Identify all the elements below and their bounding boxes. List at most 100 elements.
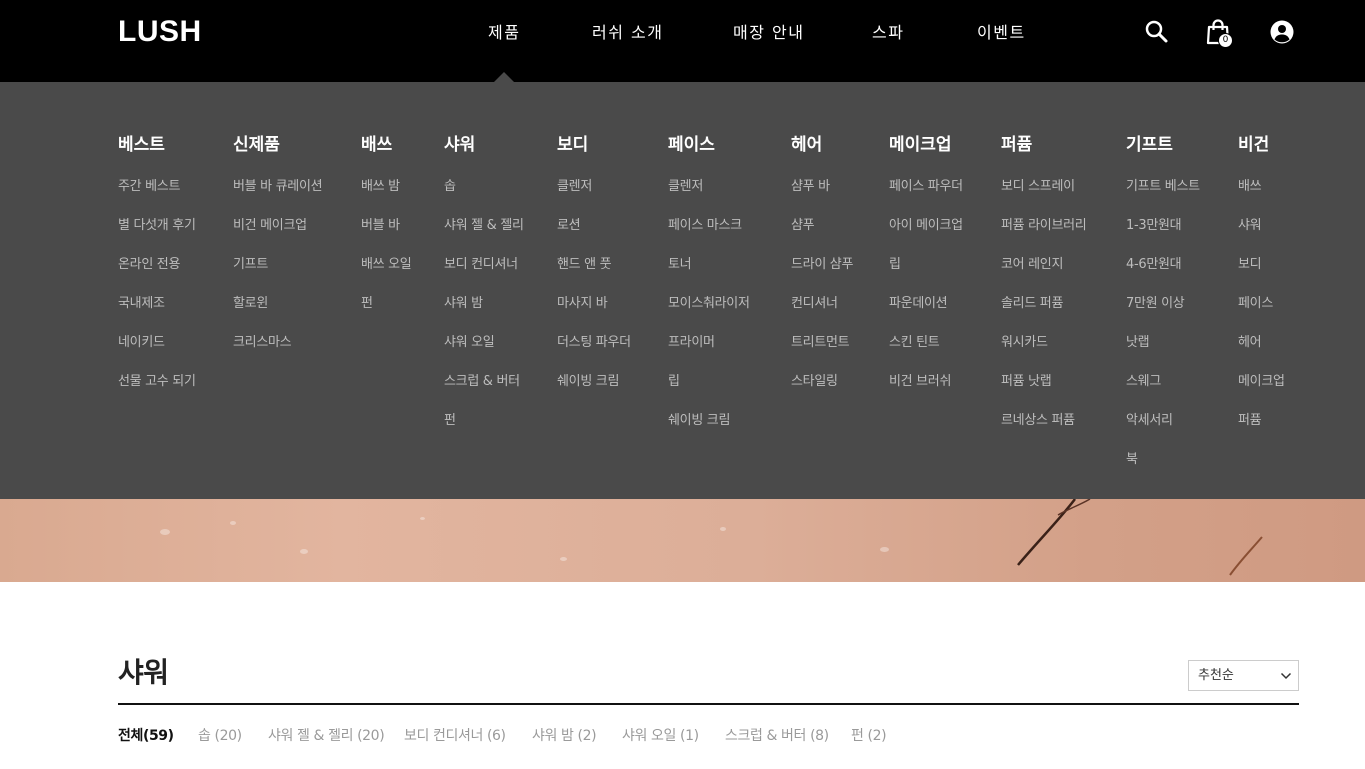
mega-column-title[interactable]: 신제품 [233,134,280,156]
mega-menu-item[interactable]: 할로윈 [233,295,268,313]
mega-column-title[interactable]: 페이스 [668,134,715,156]
mega-menu-item[interactable]: 배쓰 밤 [361,178,400,196]
mega-menu-item[interactable]: 선물 고수 되기 [118,373,196,391]
mega-menu-item[interactable]: 스크럽 & 버터 [444,373,520,391]
mega-menu-item[interactable]: 클렌저 [557,178,592,196]
mega-menu-item[interactable]: 퍼퓸 [1238,412,1262,430]
mega-menu-item[interactable]: 낫랩 [1126,334,1150,352]
mega-menu-item[interactable]: 네이키드 [118,334,165,352]
mega-menu-item[interactable]: 보디 [1238,256,1262,274]
mega-menu-item[interactable]: 보디 컨디셔너 [444,256,518,274]
mega-menu-item[interactable]: 로션 [557,217,581,235]
filter-tab-fun[interactable]: 펀 (2) [851,726,887,746]
mega-menu-item[interactable]: 프라이머 [668,334,715,352]
mega-menu-item[interactable]: 립 [889,256,901,274]
mega-menu-item[interactable]: 스타일링 [791,373,838,391]
mega-menu-item[interactable]: 클렌저 [668,178,703,196]
mega-menu-item[interactable]: 배쓰 [1238,178,1262,196]
mega-menu-item[interactable]: 페이스 파우더 [889,178,963,196]
search-icon[interactable] [1143,18,1171,46]
mega-menu-item[interactable]: 파운데이션 [889,295,948,313]
mega-menu-item[interactable]: 솔리드 퍼퓸 [1001,295,1063,313]
mega-menu-item[interactable]: 마사지 바 [557,295,608,313]
mega-menu-item[interactable]: 크리스마스 [233,334,292,352]
mega-menu-item[interactable]: 4-6만원대 [1126,256,1182,274]
mega-menu-item[interactable]: 버블 바 [361,217,400,235]
mega-menu-item[interactable]: 토너 [668,256,692,274]
mega-menu-item[interactable]: 비건 메이크업 [233,217,307,235]
mega-menu-item[interactable]: 트리트먼트 [791,334,850,352]
mega-menu-item[interactable]: 기프트 베스트 [1126,178,1200,196]
mega-column-title[interactable]: 배쓰 [361,134,392,156]
mega-menu-item[interactable]: 비건 브러쉬 [889,373,951,391]
mega-menu-item[interactable]: 샤워 오일 [444,334,495,352]
nav-item-products[interactable]: 제품 [488,22,520,44]
filter-tab-shower-bomb[interactable]: 샤워 밤 (2) [532,726,597,746]
filter-tab-body-conditioner[interactable]: 보디 컨디셔너 (6) [404,726,506,746]
mega-menu-item[interactable]: 배쓰 오일 [361,256,412,274]
filter-tab-soap[interactable]: 솝 (20) [198,726,242,746]
mega-column-title[interactable]: 헤어 [791,134,822,156]
filter-tab-shower-oil[interactable]: 샤워 오일 (1) [622,726,699,746]
mega-menu-item[interactable]: 헤어 [1238,334,1262,352]
mega-menu-item[interactable]: 주간 베스트 [118,178,180,196]
mega-column-title[interactable]: 보디 [557,134,588,156]
mega-column-title[interactable]: 메이크업 [889,134,952,156]
mega-menu-item[interactable]: 스웨그 [1126,373,1161,391]
mega-menu-item[interactable]: 버블 바 큐레이션 [233,178,323,196]
mega-menu-item[interactable]: 스킨 틴트 [889,334,940,352]
mega-menu-item[interactable]: 악세서리 [1126,412,1173,430]
mega-menu-item[interactable]: 별 다섯개 후기 [118,217,196,235]
mega-menu-item[interactable]: 7만원 이상 [1126,295,1185,313]
mega-menu-item[interactable]: 기프트 [233,256,268,274]
mega-menu-item[interactable]: 샤워 [1238,217,1262,235]
mega-column-title[interactable]: 비건 [1238,134,1269,156]
mega-menu-item[interactable]: 샴푸 바 [791,178,830,196]
filter-tab-shower-gel[interactable]: 샤워 젤 & 젤리 (20) [268,726,385,746]
filter-tab-scrub-butter[interactable]: 스크럽 & 버터 (8) [725,726,829,746]
mega-column-title[interactable]: 베스트 [118,134,165,156]
mega-menu-item[interactable]: 립 [668,373,680,391]
mega-menu-item[interactable]: 모이스춰라이저 [668,295,750,313]
mega-menu-item[interactable]: 쉐이빙 크림 [557,373,619,391]
mega-menu-item[interactable]: 코어 레인지 [1001,256,1063,274]
nav-item-stores[interactable]: 매장 안내 [733,22,804,44]
nav-item-spa[interactable]: 스파 [872,22,904,44]
mega-menu-item[interactable]: 펀 [444,412,456,430]
nav-item-events[interactable]: 이벤트 [977,22,1026,44]
mega-menu-item[interactable]: 샤워 젤 & 젤리 [444,217,524,235]
mega-column-title[interactable]: 기프트 [1126,134,1173,156]
mega-menu-item[interactable]: 북 [1126,451,1138,469]
mega-menu-item[interactable]: 컨디셔너 [791,295,838,313]
cart-count-badge: 0 [1218,33,1233,48]
mega-menu-item[interactable]: 아이 메이크업 [889,217,963,235]
mega-menu-item[interactable]: 솝 [444,178,456,196]
mega-menu-item[interactable]: 퍼퓸 낫랩 [1001,373,1052,391]
mega-menu-item[interactable]: 핸드 앤 풋 [557,256,612,274]
mega-menu-item[interactable]: 페이스 마스크 [668,217,742,235]
sort-dropdown[interactable]: 추천순 [1188,660,1299,691]
lush-logo[interactable]: LUSH [118,17,202,47]
sort-selected-value: 추천순 [1198,668,1234,683]
mega-menu-item[interactable]: 메이크업 [1238,373,1285,391]
mega-column-title[interactable]: 퍼퓸 [1001,134,1032,156]
account-icon[interactable] [1268,18,1296,46]
mega-menu-item[interactable]: 페이스 [1238,295,1273,313]
mega-menu-item[interactable]: 르네상스 퍼퓸 [1001,412,1075,430]
mega-menu-item[interactable]: 국내제조 [118,295,165,313]
mega-menu-item[interactable]: 더스팅 파우더 [557,334,631,352]
filter-tab-all[interactable]: 전체(59) [118,726,174,746]
nav-item-about[interactable]: 러쉬 소개 [592,22,663,44]
mega-column-title[interactable]: 샤워 [444,134,475,156]
mega-menu-item[interactable]: 온라인 전용 [118,256,180,274]
shopping-bag-icon[interactable]: 0 [1205,18,1233,48]
mega-menu-item[interactable]: 워시카드 [1001,334,1048,352]
mega-menu-item[interactable]: 보디 스프레이 [1001,178,1075,196]
mega-menu-item[interactable]: 샴푸 [791,217,815,235]
mega-menu-item[interactable]: 1-3만원대 [1126,217,1182,235]
mega-menu-item[interactable]: 펀 [361,295,373,313]
mega-menu-item[interactable]: 퍼퓸 라이브러리 [1001,217,1087,235]
mega-menu-item[interactable]: 쉐이빙 크림 [668,412,730,430]
mega-menu-item[interactable]: 샤워 밤 [444,295,483,313]
mega-menu-item[interactable]: 드라이 샴푸 [791,256,853,274]
